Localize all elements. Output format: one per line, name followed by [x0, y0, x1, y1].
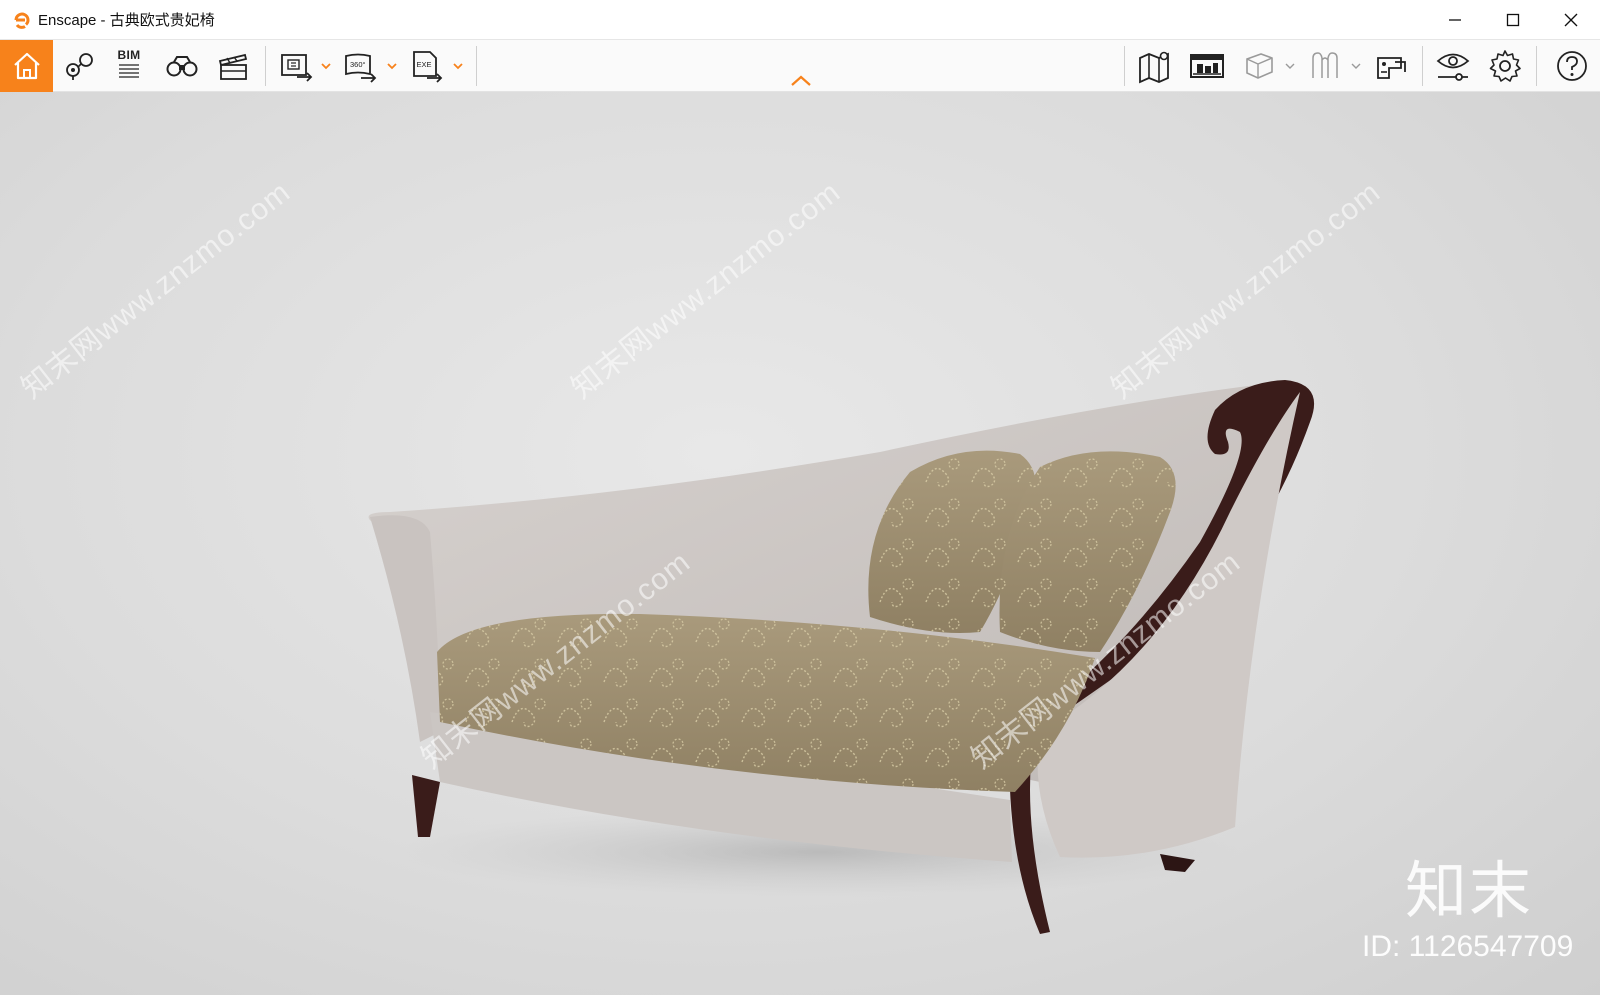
visual-settings-button[interactable]: [1432, 46, 1474, 86]
help-icon: [1557, 51, 1587, 81]
asset-library-icon: [1190, 54, 1224, 78]
sync-views-button[interactable]: [58, 46, 100, 86]
minimize-icon: [1449, 19, 1461, 21]
close-button[interactable]: [1542, 0, 1600, 40]
maximize-icon: [1506, 13, 1520, 27]
sync-views-icon: [66, 53, 93, 80]
panorama-export-icon: 360°: [345, 53, 377, 83]
map-button[interactable]: [1134, 46, 1176, 86]
close-icon: [1564, 13, 1578, 27]
map-icon: [1139, 51, 1169, 84]
settings-gear-icon: [1489, 50, 1521, 82]
exe-label: EXE: [417, 60, 432, 69]
screenshot-options-chevron-down-icon[interactable]: [320, 60, 332, 72]
help-button[interactable]: [1551, 46, 1593, 86]
vr-button[interactable]: [1304, 46, 1346, 86]
cube-options-chevron-down-icon[interactable]: [1284, 60, 1296, 72]
toolbar-separator: [476, 46, 477, 86]
enscape-logo-icon: [14, 12, 30, 29]
collaborate-icon: [1377, 57, 1406, 79]
collaborate-button[interactable]: [1370, 46, 1412, 86]
window-title: Enscape - 古典欧式贵妃椅: [38, 12, 215, 29]
screenshot-export-button[interactable]: [276, 46, 318, 86]
asset-library-button[interactable]: [1186, 46, 1228, 86]
exe-options-chevron-down-icon[interactable]: [452, 60, 464, 72]
home-icon: [13, 52, 40, 80]
panorama-options-chevron-down-icon[interactable]: [386, 60, 398, 72]
walk-mode-button[interactable]: [161, 46, 203, 86]
watermark-id: ID: 1126547709: [1362, 930, 1574, 963]
panorama-export-button[interactable]: 360°: [340, 46, 382, 86]
toolbar-separator: [1124, 46, 1125, 86]
video-editor-button[interactable]: [212, 46, 254, 86]
bim-button[interactable]: BIM: [108, 46, 150, 86]
watermark-logo: 知末: [1405, 854, 1534, 927]
window-controls: [1426, 0, 1600, 40]
binoculars-icon: [166, 56, 198, 77]
settings-button[interactable]: [1484, 46, 1526, 86]
maximize-button[interactable]: [1484, 0, 1542, 40]
collapse-toolbar-chevron-up-icon[interactable]: [790, 74, 812, 88]
bim-label: BIM: [117, 48, 141, 62]
home-button[interactable]: [0, 40, 53, 92]
panorama-label: 360°: [350, 60, 366, 69]
exe-export-icon: EXE: [413, 51, 443, 83]
toolbar-separator: [1422, 46, 1423, 86]
visual-settings-icon: [1436, 53, 1470, 81]
cube-button[interactable]: [1238, 46, 1280, 86]
screenshot-export-icon: [281, 54, 313, 82]
title-bar: Enscape - 古典欧式贵妃椅: [0, 0, 1600, 40]
vr-headset-icon: [1312, 52, 1338, 78]
minimize-button[interactable]: [1426, 0, 1484, 40]
render-viewport[interactable]: 知末网www.znzmo.com 知末网www.znzmo.com 知末网www…: [0, 92, 1600, 995]
exe-export-button[interactable]: EXE: [406, 46, 448, 86]
bim-icon: [119, 64, 139, 78]
main-toolbar: BIM 360° EXE: [0, 40, 1600, 92]
vr-options-chevron-down-icon[interactable]: [1350, 60, 1362, 72]
video-editor-icon: [218, 53, 248, 80]
toolbar-separator: [265, 46, 266, 86]
toolbar-separator: [1536, 46, 1537, 86]
cube-icon: [1246, 53, 1273, 79]
